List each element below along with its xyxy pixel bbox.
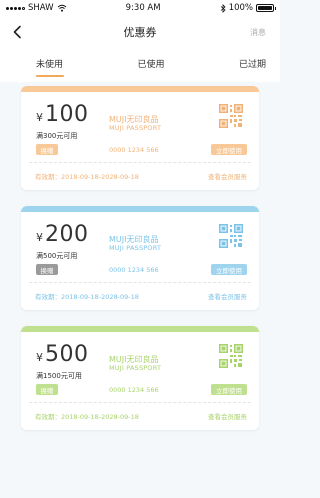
tab-used[interactable]: 已使用 — [137, 57, 164, 74]
validity-period: 有效期：2018-09-18-2028-09-18 — [35, 413, 139, 421]
amount-value: 500 — [45, 342, 89, 367]
use-now-button[interactable]: 立即使用 — [211, 264, 247, 275]
usage-condition: 满500元可用 — [36, 252, 78, 260]
battery-icon — [256, 4, 276, 12]
coupon-card[interactable]: ¥ 500 满1500元可用 换赠 MUJI无印良品 MUJI PASSPORT… — [21, 326, 259, 430]
back-arrow-icon[interactable] — [12, 25, 22, 39]
coupon-amount: ¥ 500 — [36, 342, 89, 367]
brand-subtitle: MUJI PASSPORT — [109, 124, 162, 132]
exchange-button[interactable]: 换赠 — [36, 384, 58, 395]
coupon-code: 0000 1234 566 — [109, 386, 159, 394]
carrier-label: SHAW — [28, 3, 54, 13]
page-title: 优惠券 — [123, 26, 157, 39]
amount-value: 100 — [45, 102, 89, 127]
exchange-button[interactable]: 换赠 — [36, 144, 58, 155]
nav-bar: 优惠券 消息 — [0, 16, 280, 48]
validity-period: 有效期：2018-09-18-2028-09-18 — [35, 293, 139, 301]
validity-period: 有效期：2018-09-18-2028-09-18 — [35, 173, 139, 181]
coupon-code: 0000 1234 566 — [109, 266, 159, 274]
currency-symbol: ¥ — [36, 231, 43, 244]
wifi-icon — [57, 4, 66, 12]
coupon-list: ¥ 100 满300元可用 换赠 MUJI无印良品 MUJI PASSPORT … — [0, 82, 280, 430]
bluetooth-icon — [220, 3, 226, 13]
coupon-amount: ¥ 200 — [36, 222, 89, 247]
messages-button[interactable]: 消息 — [250, 27, 266, 38]
usage-condition: 满300元可用 — [36, 132, 78, 140]
brand-subtitle: MUJI PASSPORT — [109, 244, 162, 252]
coupon-code: 0000 1234 566 — [109, 146, 159, 154]
status-time: 9:30 AM — [125, 3, 161, 13]
coupon-card[interactable]: ¥ 100 满300元可用 换赠 MUJI无印良品 MUJI PASSPORT … — [21, 86, 259, 190]
currency-symbol: ¥ — [36, 351, 43, 364]
coupon-tabs: 未使用 已使用 已过期 — [0, 48, 280, 82]
usage-condition: 满1500元可用 — [36, 372, 82, 380]
member-service-link[interactable]: 查看会员服务 — [208, 171, 247, 181]
member-service-link[interactable]: 查看会员服务 — [208, 291, 247, 301]
qr-code-icon[interactable] — [219, 104, 243, 128]
status-bar: SHAW 9:30 AM 100% — [0, 0, 280, 16]
battery-percent: 100% — [228, 3, 253, 13]
qr-code-icon[interactable] — [219, 224, 243, 248]
qr-code-icon[interactable] — [219, 344, 243, 368]
tab-unused[interactable]: 未使用 — [36, 57, 63, 74]
tab-expired[interactable]: 已过期 — [239, 57, 266, 74]
use-now-button[interactable]: 立即使用 — [211, 384, 247, 395]
exchange-button[interactable]: 换赠 — [36, 264, 58, 275]
coupon-card[interactable]: ¥ 200 满500元可用 换赠 MUJI无印良品 MUJI PASSPORT … — [21, 206, 259, 310]
brand-subtitle: MUJI PASSPORT — [109, 364, 162, 372]
member-service-link[interactable]: 查看会员服务 — [208, 411, 247, 421]
signal-icon — [6, 6, 25, 10]
coupon-amount: ¥ 100 — [36, 102, 89, 127]
currency-symbol: ¥ — [36, 111, 43, 124]
use-now-button[interactable]: 立即使用 — [211, 144, 247, 155]
amount-value: 200 — [45, 222, 89, 247]
